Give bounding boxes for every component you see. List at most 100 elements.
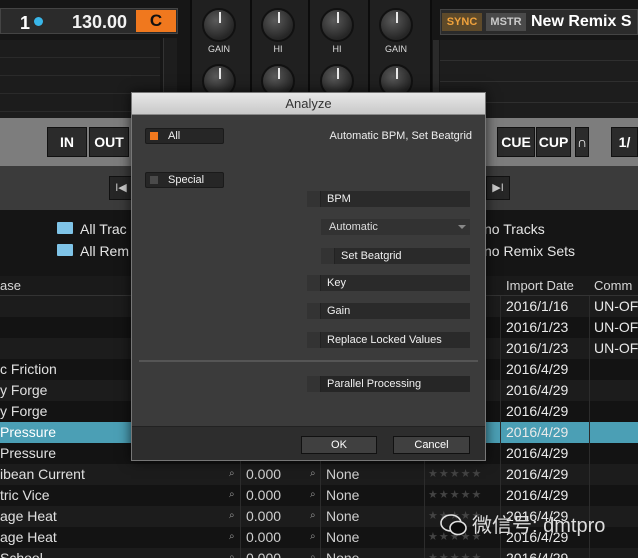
loop-in-button[interactable]: IN: [47, 127, 87, 157]
cue-button[interactable]: CUE: [497, 127, 535, 157]
column-divider: [589, 317, 590, 338]
track-bpm: 0.000: [246, 529, 282, 545]
deck-a-key-button[interactable]: C: [136, 10, 176, 32]
key-option[interactable]: Key: [307, 275, 470, 291]
parallel-processing-label: Parallel Processing: [327, 378, 422, 390]
dialog-divider: [139, 360, 478, 362]
search-icon[interactable]: ⌕: [229, 531, 235, 542]
all-label: All: [168, 130, 181, 142]
column-divider: [240, 464, 241, 485]
special-checkbox[interactable]: Special: [145, 172, 224, 188]
option-box-icon: [307, 303, 321, 319]
column-divider: [589, 380, 590, 401]
sync-button[interactable]: SYNC: [442, 13, 482, 31]
search-icon[interactable]: ⌕: [310, 489, 316, 500]
set-beatgrid-label: Set Beatgrid: [341, 250, 402, 262]
dialog-title: Analyze: [132, 93, 485, 115]
checkbox-off-icon: [150, 176, 158, 184]
track-import-date: 2016/4/29: [506, 487, 569, 503]
track-bpm: 0.000: [246, 466, 282, 482]
column-divider: [500, 296, 501, 317]
search-icon[interactable]: ⌕: [229, 510, 235, 521]
bpm-mode-value: Automatic: [329, 221, 378, 233]
column-import-date[interactable]: Import Date: [506, 278, 574, 293]
track-key: None: [326, 529, 360, 545]
column-divider: [589, 548, 590, 558]
table-row[interactable]: ibean Current 0.000 None 2016/4/29 ⌕ ⌕ ★★★★★: [0, 464, 638, 485]
special-label: Special: [168, 174, 205, 186]
column-divider: [424, 527, 425, 548]
set-beatgrid-option[interactable]: Set Beatgrid: [321, 248, 470, 264]
all-description: Automatic BPM, Set Beatgrid: [329, 130, 472, 142]
gain-knob-a[interactable]: [202, 8, 236, 42]
deck-a-number: 1: [20, 13, 31, 33]
track-import-date: 2016/4/29: [506, 403, 569, 419]
column-divider: [240, 527, 241, 548]
column-divider: [500, 401, 501, 422]
track-import-date: 2016/4/29: [506, 424, 569, 440]
all-checkbox[interactable]: All: [145, 128, 224, 144]
gain-option[interactable]: Gain: [307, 303, 470, 319]
option-box-icon: [307, 191, 321, 207]
column-divider: [320, 506, 321, 527]
favorite-all-remix[interactable]: All Rem: [80, 243, 129, 259]
analyze-dialog: Analyze All Automatic BPM, Set Beatgrid …: [131, 92, 486, 461]
replace-locked-option[interactable]: Replace Locked Values: [307, 332, 470, 348]
hi-eq-knob-b[interactable]: [320, 8, 354, 42]
column-divider: [320, 485, 321, 506]
track-import-date: 2016/1/23: [506, 340, 569, 356]
watermark-text: 微信号: dmtpro: [472, 515, 606, 537]
page-button[interactable]: 1/: [611, 127, 638, 157]
search-icon[interactable]: ⌕: [310, 510, 316, 521]
gain-knob-b[interactable]: [379, 8, 413, 42]
column-divider: [500, 548, 501, 558]
search-icon[interactable]: ⌕: [229, 468, 235, 479]
track-name: y Forge: [0, 382, 48, 398]
checkbox-on-icon: [150, 132, 158, 140]
favorite-demo-remix[interactable]: no Remix Sets: [484, 243, 575, 259]
skip-back-icon[interactable]: I◀: [109, 176, 133, 200]
column-divider: [500, 338, 501, 359]
bpm-mode-select[interactable]: Automatic: [321, 219, 470, 235]
ok-button[interactable]: OK: [301, 436, 377, 454]
option-box-icon: [307, 376, 321, 392]
bpm-option[interactable]: BPM: [307, 191, 470, 207]
column-divider: [589, 401, 590, 422]
track-key: None: [326, 508, 360, 524]
favorite-demo-tracks[interactable]: no Tracks: [484, 221, 545, 237]
option-box-icon: [321, 248, 335, 264]
track-name: age Heat: [0, 508, 57, 524]
rating-stars[interactable]: ★★★★★: [428, 488, 482, 501]
skip-forward-icon[interactable]: ▶I: [486, 176, 510, 200]
chevron-down-icon: [458, 225, 466, 229]
rating-stars[interactable]: ★★★★★: [428, 467, 482, 480]
track-name: Pressure: [0, 445, 57, 461]
search-icon[interactable]: ⌕: [229, 489, 235, 500]
loop-out-button[interactable]: OUT: [89, 127, 129, 157]
favorite-all-tracks[interactable]: All Trac: [80, 221, 127, 237]
hi-eq-knob-a[interactable]: [261, 8, 295, 42]
track-name: Pressure: [0, 424, 57, 440]
search-icon[interactable]: ⌕: [310, 531, 316, 542]
cup-button[interactable]: CUP: [536, 127, 571, 157]
track-bpm: 0.000: [246, 550, 282, 558]
bpm-label: BPM: [327, 193, 351, 205]
table-row[interactable]: tric Vice 0.000 None 2016/4/29 ⌕ ⌕ ★★★★★: [0, 485, 638, 506]
column-divider: [320, 527, 321, 548]
parallel-processing-option[interactable]: Parallel Processing: [307, 376, 470, 392]
table-row[interactable]: School 0.000 None 2016/4/29 ⌕ ⌕ ★★★★★: [0, 548, 638, 558]
master-button[interactable]: MSTR: [486, 13, 526, 31]
loop-icon[interactable]: ∩: [575, 127, 589, 157]
cancel-button[interactable]: Cancel: [393, 436, 470, 454]
column-divider: [589, 296, 590, 317]
rating-stars[interactable]: ★★★★★: [428, 551, 482, 558]
search-icon[interactable]: ⌕: [310, 552, 316, 558]
search-icon[interactable]: ⌕: [310, 468, 316, 479]
column-release[interactable]: ase: [0, 278, 21, 293]
gain-label-b: GAIN: [384, 44, 407, 54]
track-import-date: 2016/1/23: [506, 319, 569, 335]
search-icon[interactable]: ⌕: [229, 552, 235, 558]
column-comment[interactable]: Comm: [594, 278, 632, 293]
hi-label-b: HI: [332, 44, 342, 54]
replace-locked-label: Replace Locked Values: [327, 334, 442, 346]
